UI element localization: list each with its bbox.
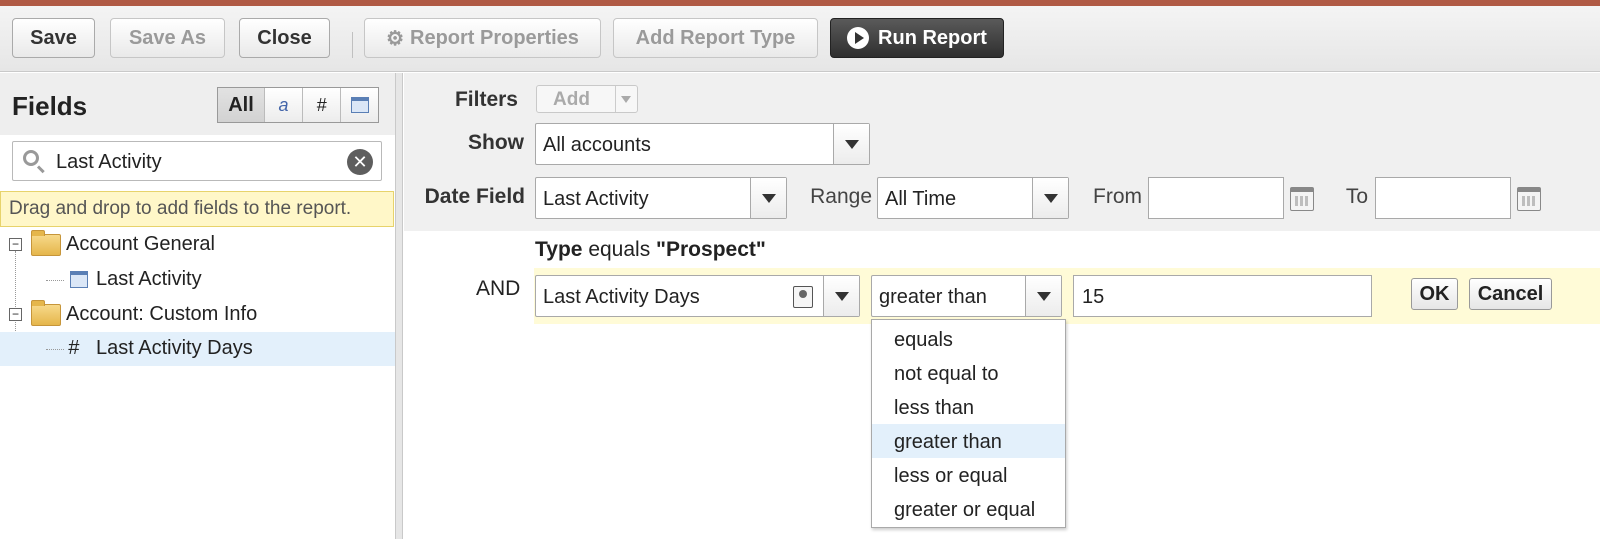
filters-label: Filters [454,88,518,111]
tree-folder-label: Account General [66,233,215,255]
existing-filter-value: "Prospect" [656,238,766,261]
show-label: Show [468,131,524,154]
filter-operator-select[interactable]: greater than [871,275,1062,317]
range-select[interactable]: All Time [877,177,1069,219]
filter-date-button[interactable] [340,88,378,122]
save-as-button[interactable]: Save As [110,18,225,58]
add-report-type-button[interactable]: Add Report Type [613,18,818,58]
date-field-value: Last Activity [543,188,649,210]
tree-folder-account-custom-info[interactable]: − Account: Custom Info [0,298,395,332]
tree-branch [46,349,64,350]
operator-option-less-than[interactable]: less than [872,390,1065,424]
operator-option-not-equal[interactable]: not equal to [872,356,1065,390]
tree-item-last-activity[interactable]: Last Activity [0,263,395,297]
filter-text-button[interactable]: a [264,88,302,122]
filter-operator-value: greater than [879,286,987,308]
operator-dropdown-list: equals not equal to less than greater th… [871,319,1066,528]
panel-resize-handle[interactable] [395,73,403,539]
tree-folder-label: Account: Custom Info [66,303,258,325]
number-field-icon: # [68,337,80,359]
and-label: AND [476,277,521,300]
folder-icon [31,300,61,326]
filter-field-select[interactable]: Last Activity Days [535,275,860,317]
add-filter-button[interactable]: Add [536,85,638,113]
ok-button[interactable]: OK [1411,278,1458,310]
cancel-button[interactable]: Cancel [1469,278,1552,310]
run-report-button[interactable]: Run Report [830,18,1004,58]
chevron-down-icon [750,178,786,218]
report-properties-label: Report Properties [410,26,579,49]
chevron-down-icon [833,124,869,164]
clear-search-icon[interactable]: ✕ [347,149,373,175]
chevron-down-icon [1032,178,1068,218]
existing-filter[interactable]: Type equals "Prospect" [535,238,766,262]
save-button[interactable]: Save [12,18,95,58]
search-icon [23,150,39,166]
show-select[interactable]: All accounts [535,123,870,165]
close-button[interactable]: Close [239,18,330,58]
from-label: From [1093,185,1142,208]
field-search-input[interactable]: Last Activity [56,151,162,174]
filter-number-button[interactable]: # [302,88,340,122]
chevron-down-icon [1025,276,1061,316]
report-toolbar: Save Save As Close ⚙ Report Properties A… [0,6,1600,72]
tree-item-last-activity-days[interactable]: # Last Activity Days [0,332,395,366]
collapse-icon[interactable]: − [9,238,22,251]
operator-option-greater-than[interactable]: greater than [872,424,1065,458]
existing-filter-field: Type [535,238,583,261]
field-search-box[interactable]: Last Activity ✕ [12,141,382,181]
fields-title: Fields [12,91,88,121]
range-value: All Time [885,188,957,210]
operator-option-equals[interactable]: equals [872,322,1065,356]
date-field-select[interactable]: Last Activity [535,177,787,219]
toolbar-separator [352,32,353,58]
tree-folder-account-general[interactable]: − Account General [0,228,395,262]
operator-option-greater-or-equal[interactable]: greater or equal [872,492,1065,526]
date-field-label: Date Field [424,185,525,208]
filter-value-text: 15 [1082,286,1105,308]
operator-option-less-or-equal[interactable]: less or equal [872,458,1065,492]
add-filter-label: Add [553,89,590,110]
filter-field-value: Last Activity Days [543,286,700,308]
field-type-filter: All a # [217,87,379,123]
filter-value-input[interactable]: 15 [1073,275,1372,317]
existing-filter-operator: equals [588,238,651,261]
tree-item-label: Last Activity Days [96,337,253,359]
play-icon [847,27,870,49]
tree-branch [46,280,64,281]
tree-item-label: Last Activity [96,268,202,290]
to-date-input[interactable] [1375,177,1511,219]
calendar-icon[interactable] [1517,187,1541,211]
fields-panel: Fields All a # Last Activity ✕ Drag and … [0,73,395,539]
to-label: To [1345,185,1368,208]
filter-all-button[interactable]: All [218,88,264,122]
chevron-down-icon [823,276,859,316]
calendar-icon[interactable] [1290,187,1314,211]
date-field-icon [70,271,88,288]
calendar-icon [350,97,369,113]
run-report-label: Run Report [878,26,987,49]
chevron-down-icon [615,86,637,112]
field-lookup-icon[interactable] [793,286,813,308]
gear-icon: ⚙ [386,27,404,50]
from-date-input[interactable] [1148,177,1284,219]
report-properties-button[interactable]: ⚙ Report Properties [364,18,601,58]
collapse-icon[interactable]: − [9,308,22,321]
show-value: All accounts [543,134,651,156]
folder-icon [31,230,61,256]
range-label: Range [810,185,872,208]
drag-drop-hint: Drag and drop to add fields to the repor… [0,191,394,227]
